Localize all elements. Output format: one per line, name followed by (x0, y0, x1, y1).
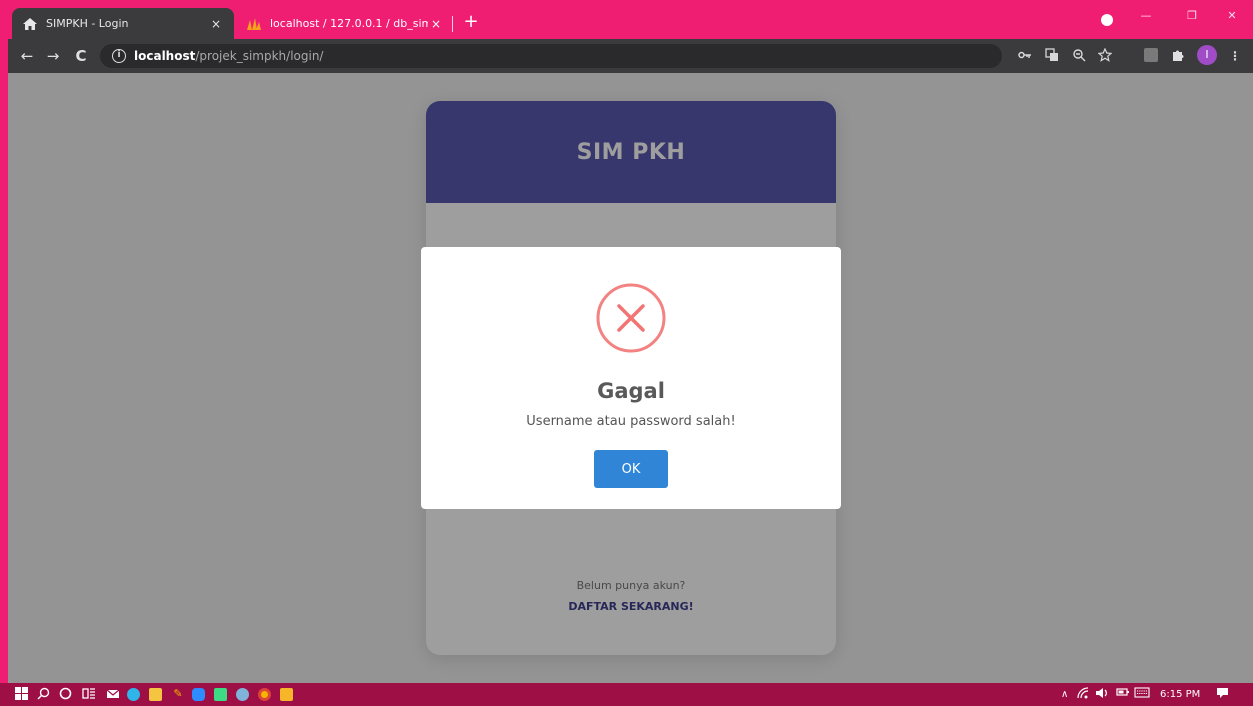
browser-toolbar: ← → C i localhost/projek_simpkh/login/ ⋮ (0, 39, 1253, 73)
address-path: /projek_simpkh/login/ (195, 49, 324, 63)
address-host: localhost (134, 49, 196, 63)
pinned-app-icon[interactable]: ✎ (171, 687, 185, 701)
forward-icon[interactable]: → (42, 45, 64, 67)
dialog-title: Gagal (597, 379, 665, 403)
menu-kebab-icon[interactable]: ⋮ (1227, 48, 1243, 64)
battery-icon[interactable] (1116, 687, 1130, 702)
new-tab-button[interactable]: + (460, 12, 482, 34)
error-x-icon (596, 283, 666, 353)
profile-indicator-icon[interactable] (1101, 14, 1113, 26)
windows-taskbar: ✎ ∧ 6:15 PM (0, 683, 1253, 706)
show-hidden-icons-icon[interactable]: ∧ (1061, 687, 1068, 702)
error-dialog: Gagal Username atau password salah! OK (421, 247, 841, 509)
profile-avatar[interactable]: I (1197, 45, 1217, 65)
extensions-puzzle-icon[interactable] (1170, 48, 1186, 64)
tab-close-icon[interactable]: × (208, 17, 224, 31)
home-icon (22, 16, 38, 32)
window-left-border (0, 39, 8, 683)
tab-close-icon[interactable]: × (428, 17, 444, 31)
volume-icon[interactable] (1095, 687, 1109, 702)
chrome-icon[interactable] (258, 688, 271, 701)
windows-start-icon[interactable] (14, 687, 28, 701)
taskbar-clock[interactable]: 6:15 PM (1160, 687, 1200, 702)
key-icon[interactable] (1017, 48, 1033, 64)
cortana-icon[interactable] (58, 687, 72, 701)
reload-icon[interactable]: C (70, 45, 92, 67)
tab-phpmyadmin[interactable]: localhost / 127.0.0.1 / db_simpkh × (236, 8, 454, 39)
zoom-app-icon[interactable] (192, 688, 205, 701)
back-icon[interactable]: ← (16, 45, 38, 67)
keyboard-icon[interactable] (1134, 687, 1150, 702)
phpmyadmin-icon (246, 16, 262, 32)
restore-icon[interactable]: ❐ (1180, 9, 1204, 29)
window-close-icon[interactable]: ✕ (1220, 9, 1244, 29)
editor-app-icon[interactable] (214, 688, 227, 701)
tab-simpkh-login[interactable]: SIMPKH - Login × (12, 8, 234, 39)
zoom-icon[interactable] (1071, 48, 1087, 64)
search-icon[interactable] (36, 687, 50, 701)
notifications-icon[interactable] (1216, 687, 1229, 702)
minimize-icon[interactable]: — (1134, 9, 1158, 29)
tab-title: SIMPKH - Login (46, 17, 129, 30)
dialog-message: Username atau password salah! (526, 414, 736, 429)
task-view-icon[interactable] (82, 687, 96, 701)
edge-browser-icon[interactable] (127, 688, 140, 701)
tab-title: localhost / 127.0.0.1 / db_simpkh (270, 17, 428, 30)
ok-button[interactable]: OK (594, 450, 668, 488)
translate-icon[interactable] (1044, 48, 1060, 64)
address-bar[interactable]: i localhost/projek_simpkh/login/ (100, 44, 1002, 68)
extension-icon[interactable] (1144, 48, 1158, 62)
site-info-icon[interactable]: i (112, 49, 126, 63)
tab-separator (452, 16, 453, 32)
file-explorer-icon[interactable] (149, 688, 162, 701)
snip-app-icon[interactable] (236, 688, 249, 701)
bookmark-star-icon[interactable] (1097, 47, 1113, 64)
mail-icon[interactable] (106, 687, 120, 701)
network-icon[interactable] (1077, 687, 1091, 702)
xampp-icon[interactable] (280, 688, 293, 701)
